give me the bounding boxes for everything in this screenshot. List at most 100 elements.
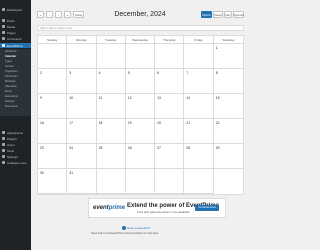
- week-view-button[interactable]: Week: [213, 11, 223, 18]
- menu-media[interactable]: Media: [0, 24, 31, 29]
- day-cell[interactable]: 30: [38, 169, 68, 194]
- menu-tools[interactable]: Tools: [0, 148, 31, 153]
- day-cell[interactable]: 7: [184, 69, 214, 94]
- day-cell[interactable]: [184, 44, 214, 69]
- today-button[interactable]: Today: [73, 11, 84, 18]
- weekday-label: Monday: [67, 36, 97, 44]
- day-cell[interactable]: [96, 44, 126, 69]
- eventprime-banner: eventprime Extend the power of EventPrim…: [88, 198, 226, 218]
- day-cell[interactable]: 26: [125, 144, 156, 169]
- day-cell[interactable]: 24: [67, 144, 97, 169]
- day-cell[interactable]: 4: [96, 69, 126, 94]
- day-cell[interactable]: 28: [184, 144, 214, 169]
- menu-comments[interactable]: Comments: [0, 36, 31, 41]
- day-cell[interactable]: [96, 169, 126, 194]
- day-cell[interactable]: 17: [67, 119, 97, 144]
- day-cell[interactable]: [155, 44, 185, 69]
- day-cell[interactable]: [38, 44, 68, 69]
- menu-posts[interactable]: Posts: [0, 18, 31, 23]
- day-cell[interactable]: [125, 44, 156, 69]
- page: Dashboard Posts Media Pages Comments Eve…: [0, 0, 250, 250]
- submenu-calendar[interactable]: Calendar: [5, 55, 31, 59]
- footer-text: Need help to find EventPrime Documentati…: [91, 232, 159, 235]
- day-cell[interactable]: 11: [96, 94, 126, 119]
- next-month-button[interactable]: ›: [55, 11, 62, 18]
- day-cell[interactable]: 10: [67, 94, 97, 119]
- day-cell[interactable]: 23: [38, 144, 68, 169]
- day-cell[interactable]: 6: [155, 69, 185, 94]
- menu-label: Users: [7, 142, 15, 147]
- day-number: 8: [215, 71, 218, 75]
- menu-plugins[interactable]: Plugins: [0, 136, 31, 141]
- day-cell[interactable]: 27: [155, 144, 185, 169]
- submenu-types[interactable]: Types: [5, 60, 31, 64]
- submenu-all-events[interactable]: All Events: [5, 50, 31, 54]
- day-cell[interactable]: 2: [38, 69, 68, 94]
- day-cell[interactable]: [125, 169, 156, 194]
- collapse-menu[interactable]: Collapse menu: [0, 160, 31, 165]
- day-cell[interactable]: 12: [125, 94, 156, 119]
- day-cell[interactable]: [155, 169, 185, 194]
- menu-eventprime[interactable]: EventPrime: [0, 43, 31, 48]
- day-cell[interactable]: 13: [155, 94, 185, 119]
- day-cell[interactable]: 22: [213, 119, 243, 144]
- submenu-performers[interactable]: Performers: [5, 75, 31, 79]
- day-cell[interactable]: 15: [213, 94, 243, 119]
- main-content: « ‹ › » Today December, 2024 Month Week …: [31, 0, 250, 250]
- day-cell[interactable]: [184, 169, 214, 194]
- prev-year-button[interactable]: «: [37, 11, 44, 18]
- weekday-label: Wednesday: [126, 36, 156, 44]
- day-cell[interactable]: 18: [96, 119, 126, 144]
- month-view-button[interactable]: Month: [201, 11, 212, 18]
- day-cell[interactable]: 20: [155, 119, 185, 144]
- day-cell[interactable]: 31: [67, 169, 97, 194]
- help-link[interactable]: Have a question?: [122, 226, 151, 231]
- day-number: 22: [215, 121, 220, 125]
- menu-pages[interactable]: Pages: [0, 30, 31, 35]
- day-cell[interactable]: 3: [67, 69, 97, 94]
- menu-appearance[interactable]: Appearance: [0, 130, 31, 135]
- submenu-extensions-2[interactable]: Extensions: [5, 105, 31, 109]
- menu-dashboard[interactable]: Dashboard: [0, 7, 31, 12]
- day-number: 18: [98, 121, 103, 125]
- menu-settings[interactable]: Settings: [0, 154, 31, 159]
- day-cell[interactable]: 1: [213, 44, 243, 69]
- weekday-label: Friday: [184, 36, 214, 44]
- day-cell[interactable]: 25: [96, 144, 126, 169]
- day-cell[interactable]: 14: [184, 94, 214, 119]
- submenu-bookings[interactable]: Bookings: [5, 80, 31, 84]
- weekday-label: Tuesday: [97, 36, 126, 44]
- submenu-venues[interactable]: Venues: [5, 65, 31, 69]
- day-number: 15: [215, 96, 220, 100]
- day-cell[interactable]: 29: [213, 144, 243, 169]
- next-year-button[interactable]: »: [64, 11, 71, 18]
- day-cell[interactable]: 19: [125, 119, 156, 144]
- question-icon: [122, 226, 126, 231]
- day-cell[interactable]: [67, 44, 97, 69]
- day-cell[interactable]: 21: [184, 119, 214, 144]
- get-extensions-button[interactable]: Get Extensions: [195, 205, 219, 211]
- day-number: 28: [186, 146, 191, 150]
- event-search-input[interactable]: Click to add or search event: [37, 25, 244, 31]
- day-view-button[interactable]: Day: [224, 11, 232, 18]
- day-cell[interactable]: 16: [38, 119, 68, 144]
- day-number: 30: [40, 171, 44, 175]
- day-number: 14: [186, 96, 191, 100]
- collapse-icon: [2, 161, 5, 164]
- menu-users[interactable]: Users: [0, 142, 31, 147]
- submenu-email[interactable]: Email: [5, 90, 31, 94]
- menu-label: Tools: [7, 148, 15, 153]
- list-view-button[interactable]: Agenda: [233, 11, 244, 18]
- day-cell[interactable]: 9: [38, 94, 68, 119]
- submenu-extensions[interactable]: Extensions: [5, 95, 31, 99]
- submenu-organizers[interactable]: Organizers: [5, 70, 31, 74]
- day-cell[interactable]: 5: [125, 69, 156, 94]
- day-number: 17: [69, 121, 74, 125]
- prev-month-button[interactable]: ‹: [46, 11, 53, 18]
- submenu-settings[interactable]: Settings: [5, 100, 31, 104]
- submenu-attendees[interactable]: Attendees: [5, 85, 31, 89]
- help-link-label: Have a question?: [127, 226, 151, 230]
- logo-prefix: event: [93, 205, 109, 211]
- settings-icon: [2, 155, 5, 158]
- day-cell[interactable]: 8: [213, 69, 243, 94]
